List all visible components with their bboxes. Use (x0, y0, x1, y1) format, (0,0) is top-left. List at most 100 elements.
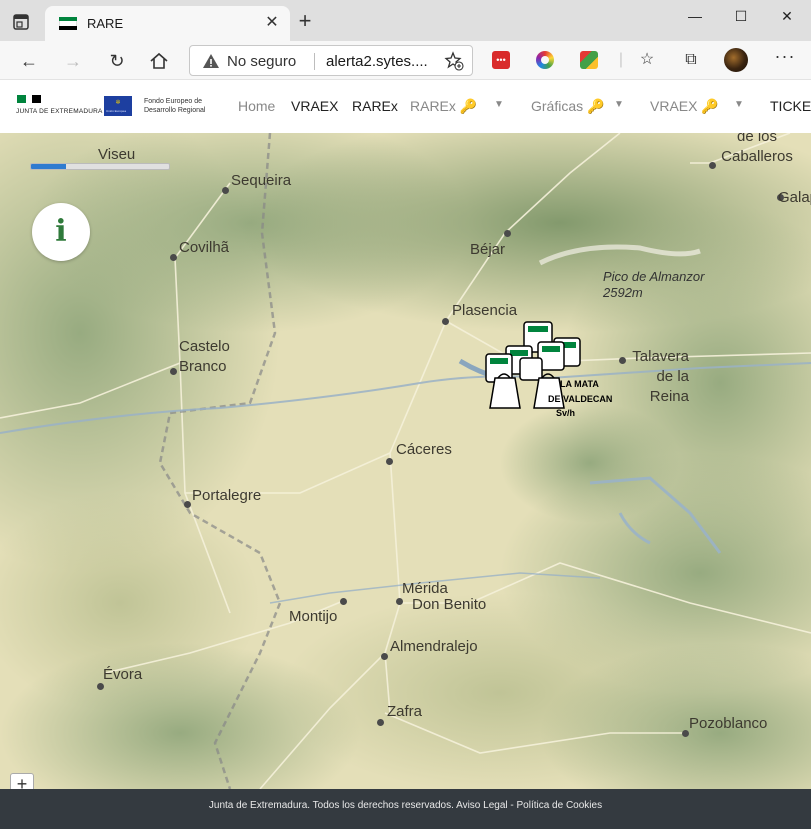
city-pozoblanco: Pozoblanco (689, 715, 768, 732)
logo-green-square (17, 95, 26, 103)
eu-caption: Unión Europea (106, 109, 127, 113)
city-covilha: Covilhã (179, 239, 230, 256)
city-almendralejo: Almendralejo (390, 638, 478, 655)
new-tab-button[interactable]: + (294, 10, 316, 33)
home-icon[interactable] (148, 50, 170, 72)
chevron-down-icon[interactable]: ▼ (494, 99, 504, 110)
close-tab-icon[interactable]: ✕ (263, 14, 281, 32)
nav-rarex-private-label: RAREx (410, 98, 456, 114)
junta-extremadura-logo[interactable]: JUNTA DE EXTREMADURA (16, 95, 102, 119)
favorites-icon[interactable]: ☆ (636, 49, 658, 71)
city-sequeira: Sequeira (231, 172, 292, 189)
site-header: JUNTA DE EXTREMADURA ✲ Unión Europea Fon… (0, 81, 811, 133)
sensor-label-dose: Sv/h (556, 408, 576, 418)
nav-rarex[interactable]: RAREx (352, 98, 398, 114)
nav-vraex[interactable]: VRAEX (291, 98, 338, 114)
city-dot (170, 254, 177, 261)
cooling-tower-icon (489, 377, 521, 409)
zoom-in-button[interactable]: + (10, 773, 34, 789)
city-dot (682, 730, 689, 737)
city-dot (97, 683, 104, 690)
site-footer: Junta de Extremadura. Todos los derechos… (0, 789, 811, 829)
eu-stars-icon: ✲ (115, 100, 121, 106)
window-menu-icon[interactable] (12, 13, 30, 31)
city-evora: Évora (103, 666, 143, 683)
info-button[interactable]: i (32, 203, 90, 261)
minimize-button[interactable]: — (680, 6, 710, 26)
city-caballeros: de los Caballeros (721, 133, 793, 165)
warning-icon[interactable] (202, 52, 220, 70)
city-don-benito: Don Benito (412, 596, 487, 613)
title-bar: RARE ✕ + — ☐ ✕ (0, 0, 811, 41)
peak-elevation: 2592m (603, 285, 643, 300)
ext-red-icon[interactable]: ••• (492, 51, 510, 69)
city-dot (222, 187, 229, 194)
ext-ring-icon[interactable] (536, 51, 554, 69)
city-plasencia: Plasencia (452, 302, 518, 319)
key-icon: 🔑 (701, 98, 719, 114)
sensor-label-mata: LA MATA (560, 379, 599, 389)
city-galapagar: Galap (778, 189, 811, 206)
chevron-down-icon[interactable]: ▼ (734, 99, 744, 110)
city-caceres: Cáceres (396, 441, 452, 458)
key-icon: 🔑 (587, 98, 605, 114)
nav-graficas[interactable]: Gráficas 🔑 (531, 98, 604, 115)
nav-graficas-label: Gráficas (531, 98, 584, 114)
back-button[interactable]: ← (16, 48, 42, 74)
close-window-button[interactable]: ✕ (772, 6, 802, 26)
profile-avatar[interactable] (724, 48, 748, 72)
city-talavera: Talavera de la Reina (632, 348, 689, 405)
city-viseu: Viseu (98, 146, 136, 163)
not-secure-label: No seguro (227, 53, 297, 70)
url-separator (314, 53, 315, 70)
nav-vraex-private-label: VRAEX (650, 98, 698, 114)
terrain-basemap (0, 133, 811, 789)
city-montijo: Montijo (289, 608, 338, 625)
ext-colorful-icon[interactable] (580, 51, 598, 69)
peak-almanzor: Pico de Almanzor 2592m (603, 269, 704, 301)
city-portalegre: Portalegre (192, 487, 262, 504)
info-icon: i (55, 214, 67, 249)
city-bejar: Béjar (470, 241, 506, 258)
tab-rare[interactable]: RARE ✕ (45, 6, 290, 41)
refresh-button[interactable]: ↻ (104, 48, 130, 74)
chevron-down-icon[interactable]: ▼ (614, 99, 624, 110)
browser-window: RARE ✕ + — ☐ ✕ ← → ↻ No seguro alerta2.s… (0, 0, 811, 829)
tab-title: RARE (87, 16, 124, 31)
more-options-icon[interactable]: ··· (770, 47, 800, 71)
nav-rarex-private[interactable]: RAREx 🔑 (410, 98, 477, 115)
maximize-button[interactable]: ☐ (726, 6, 756, 26)
city-dot (619, 357, 626, 364)
sensor-marker[interactable] (519, 357, 543, 381)
nav-home[interactable]: Home (238, 98, 275, 114)
sensor-label-valdecan: DE VALDECAN (548, 394, 613, 404)
city-dot (396, 598, 403, 605)
footer-text[interactable]: Junta de Extremadura. Todos los derechos… (0, 800, 811, 811)
nav-tickets[interactable]: TICKE (770, 98, 811, 114)
url-text: alerta2.sytes.... (326, 53, 428, 70)
eu-flag-logo: ✲ Unión Europea (104, 96, 132, 116)
city-dot (377, 719, 384, 726)
peak-name: Pico de Almanzor (603, 269, 705, 284)
forward-button[interactable]: → (60, 48, 86, 74)
add-favorite-icon[interactable] (444, 51, 464, 71)
city-dot (442, 318, 449, 325)
nav-vraex-private[interactable]: VRAEX 🔑 (650, 98, 719, 115)
collections-icon[interactable]: ⧉ (680, 49, 702, 71)
logo-black-square (32, 95, 41, 103)
browser-toolbar: ← → ↻ No seguro alerta2.sytes.... ••• | … (0, 41, 811, 80)
city-dot (386, 458, 393, 465)
feder-text: Fondo Europeo de Desarrollo Regional (144, 98, 206, 114)
toolbar-separator: | (618, 51, 624, 68)
logo-text: JUNTA DE EXTREMADURA (16, 108, 103, 115)
loading-progress-bar (30, 163, 170, 170)
city-dot (170, 368, 177, 375)
map-view[interactable]: Viseu Sequeira Covilhã Castelo Branco Po… (0, 133, 811, 789)
city-dot (709, 162, 716, 169)
city-dot (340, 598, 347, 605)
progress-fill (31, 164, 66, 169)
city-merida: Mérida (402, 580, 448, 597)
extremadura-flag-icon (59, 17, 77, 30)
city-castelo-branco: Castelo Branco (179, 338, 230, 375)
address-bar[interactable]: No seguro alerta2.sytes.... (189, 45, 473, 76)
